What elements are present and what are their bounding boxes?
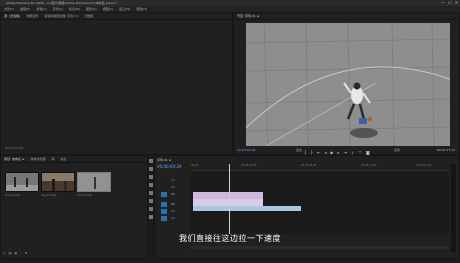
track-header-a2[interactable]: A2 (157, 209, 189, 214)
clip-name: clip_02.mp4 (41, 194, 57, 197)
icon-view-icon[interactable]: ▦ (9, 251, 12, 255)
fit-dropdown[interactable]: 适合 (296, 148, 302, 152)
program-duration-timecode: 00;00;17;15 (436, 148, 455, 152)
tab-metadata[interactable]: 元数据 (84, 13, 93, 19)
track-header-v2[interactable]: V2 (157, 185, 189, 190)
ruler-mark: 00;00 (191, 164, 199, 167)
project-tabs: 项目: 未命名 ≡ 媒体浏览器 库 信息 (1, 156, 147, 163)
tab-media-browser[interactable]: 媒体浏览器 (30, 156, 45, 162)
pen-tool-icon (149, 199, 153, 203)
source-monitor-panel: 源: (无剪辑) 效果控件 音频剪辑混合器: 序列 01 元数据 00;00;0… (0, 12, 233, 155)
video-clip[interactable] (193, 192, 263, 199)
ruler-mark: 00;00;16;00 (416, 164, 432, 167)
tab-sequence[interactable]: 序列 01 ≡ (157, 158, 171, 162)
program-viewer[interactable] (246, 23, 450, 146)
project-toolbar: ≡ ▦ ▣ ⌕ ✖ (3, 251, 27, 255)
track-target-toggle[interactable] (161, 216, 167, 221)
hand-tool-icon (149, 207, 153, 211)
audio-clip[interactable] (193, 206, 301, 211)
tab-effect-controls[interactable]: 效果控件 (26, 13, 38, 19)
ripple-edit-tool-icon (149, 175, 153, 179)
track-target-toggle[interactable] (161, 202, 167, 207)
ruler-mark: 00;00;08;00 (301, 164, 317, 167)
new-item-icon[interactable]: ▣ (14, 251, 17, 255)
ruler-mark: 00;00;04;00 (241, 164, 257, 167)
track-header-v3[interactable]: V3 (157, 178, 189, 183)
timeline-timecode[interactable]: 00;00;04;29 (157, 164, 181, 169)
tab-info[interactable]: 信息 (60, 156, 66, 162)
ruler-mark: 00;00;12;00 (361, 164, 377, 167)
clip-name: clip_03.mp4 (77, 194, 93, 197)
tab-program[interactable]: 节目: 序列 01 ≡ (237, 13, 259, 19)
quality-dropdown[interactable]: 完整 (394, 148, 400, 152)
tab-project[interactable]: 项目: 未命名 ≡ (4, 156, 24, 162)
source-tabs: 源: (无剪辑) 效果控件 音频剪辑混合器: 序列 01 元数据 (1, 13, 232, 20)
program-monitor-panel: 节目: 序列 01 ≡ 00;00;04;29 00;00;17;15 适合 完… (233, 12, 460, 155)
program-current-timecode[interactable]: 00;00;04;29 (237, 148, 255, 152)
playhead[interactable] (229, 164, 230, 234)
video-frame-image (246, 23, 450, 146)
trash-icon[interactable]: ✖ (25, 251, 28, 255)
search-icon[interactable]: ⌕ (20, 251, 22, 255)
tab-source[interactable]: 源: (无剪辑) (4, 13, 20, 19)
clip-thumbnail[interactable] (41, 172, 75, 192)
track-target-toggle[interactable] (161, 209, 167, 214)
selection-tool-icon (149, 159, 153, 163)
tab-libraries[interactable]: 库 (51, 156, 54, 162)
track-target-toggle[interactable] (161, 192, 167, 197)
video-clip-selected[interactable] (193, 199, 263, 206)
clip-thumbnail[interactable] (77, 172, 111, 192)
list-view-icon[interactable]: ≡ (3, 251, 6, 255)
timeline-zoom-scrollbar[interactable] (191, 246, 449, 249)
source-timecode: 00;00;00;00 (5, 146, 24, 150)
clip-thumbnail[interactable] (5, 172, 39, 192)
clip-name: clip_01.mp4 (5, 194, 21, 197)
razor-tool-icon (149, 183, 153, 187)
slip-tool-icon (149, 191, 153, 195)
type-tool-icon (149, 215, 153, 219)
track-header-v1[interactable]: V1 (157, 192, 189, 197)
video-subtitle: 我们直接往这边拉一下速度 (179, 234, 281, 243)
track-header-a3[interactable]: A3 (157, 216, 189, 221)
program-tabs: 节目: 序列 01 ≡ (234, 13, 459, 20)
tab-audio-clip-mixer[interactable]: 音频剪辑混合器: 序列 01 (44, 13, 78, 19)
track-select-tool-icon (149, 167, 153, 171)
track-header-a1[interactable]: A1 (157, 202, 189, 207)
